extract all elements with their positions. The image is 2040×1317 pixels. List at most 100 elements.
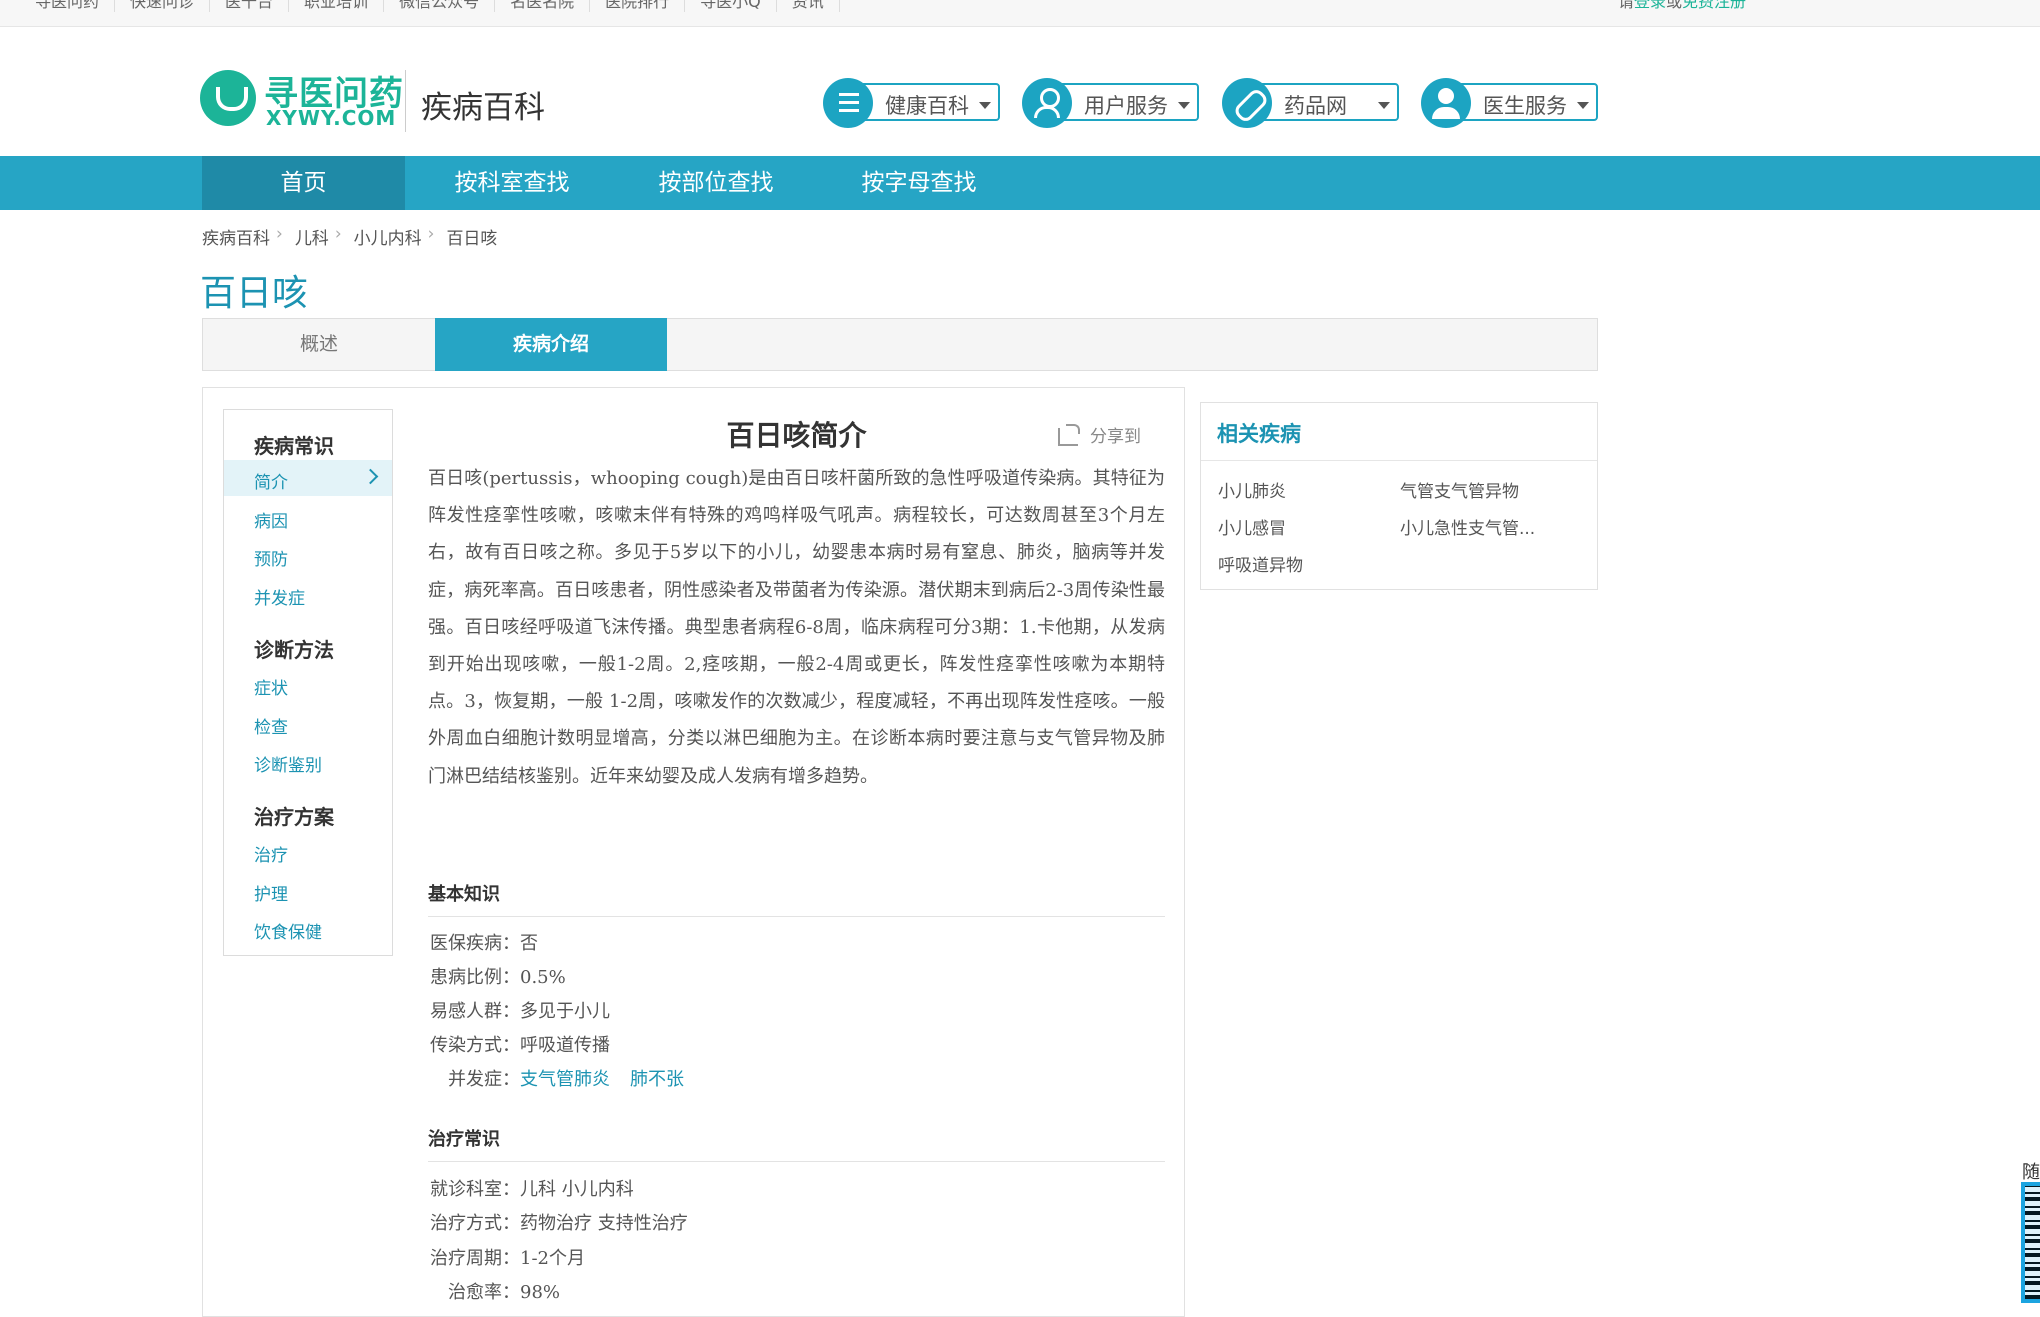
kv-value: 否	[520, 933, 538, 954]
main-nav: 首页 按科室查找 按部位查找 按字母查找	[0, 156, 2040, 210]
kv-transmission: 传染方式：呼吸道传播	[430, 1031, 610, 1057]
logo-text-en: XYWY.COM	[266, 106, 397, 130]
nav-by-body-part[interactable]: 按部位查找	[633, 156, 799, 210]
sidebar-item-selected-bg	[224, 460, 392, 496]
related-item-acute-bronchitis[interactable]: 小儿急性支气管...	[1400, 514, 1535, 539]
sidebar-item-differential[interactable]: 诊断鉴别	[254, 751, 322, 776]
kv-key: 患病比例：	[430, 967, 520, 988]
top-link-training[interactable]: 职业培训	[289, 0, 385, 12]
list-icon	[823, 78, 873, 128]
related-item-respiratory-foreign-body[interactable]: 呼吸道异物	[1218, 551, 1303, 576]
related-diseases-box: 相关疾病 小儿肺炎 气管支气管异物 小儿感冒 小儿急性支气管... 呼吸道异物	[1200, 402, 1598, 590]
share-label: 分享到	[1090, 427, 1141, 447]
logo-heart-icon	[200, 70, 256, 126]
top-link-news[interactable]: 资讯	[777, 0, 840, 12]
kv-key: 易感人群：	[430, 1001, 520, 1022]
breadcrumb-wiki[interactable]: 疾病百科	[202, 224, 270, 249]
site-logo[interactable]: 寻医问药 XYWY.COM	[200, 70, 403, 130]
page-title: 百日咳	[200, 273, 309, 314]
tab-bar: 概述 疾病介绍	[202, 318, 1598, 371]
login-prefix: 请	[1618, 0, 1635, 11]
nav-by-letter[interactable]: 按字母查找	[836, 156, 1002, 210]
sidebar-item-prevention[interactable]: 预防	[254, 545, 288, 570]
complication-link-atelectasis[interactable]: 肺不张	[630, 1069, 684, 1090]
qr-pattern	[2025, 1186, 2040, 1299]
tab-overview[interactable]: 概述	[203, 318, 436, 371]
related-item-airway-foreign-body[interactable]: 气管支气管异物	[1400, 477, 1519, 502]
top-link-quick-consult[interactable]: 快速问诊	[115, 0, 211, 12]
breadcrumb-pediatric-internal[interactable]: 小儿内科	[354, 224, 422, 249]
drug-site-dropdown[interactable]: 药品网	[1222, 78, 1399, 128]
breadcrumb: 疾病百科 › 儿科 › 小儿内科 › 百日咳	[202, 224, 497, 249]
breadcrumb-pediatrics[interactable]: 儿科	[295, 224, 329, 249]
kv-value: 0.5%	[520, 967, 566, 988]
user-service-dropdown[interactable]: 用户服务	[1022, 78, 1199, 128]
qr-code-icon[interactable]	[2021, 1182, 2040, 1303]
complication-link-bronchopneumonia[interactable]: 支气管肺炎	[520, 1069, 610, 1090]
sidebar-item-intro[interactable]: 简介	[254, 468, 288, 493]
sidebar-group-treatment: 治疗方案	[254, 805, 334, 829]
caret-down-icon	[1577, 102, 1589, 109]
pill-icon	[1222, 78, 1272, 128]
top-links: 寻医问药 快速问诊 医千台 职业培训 微信公众号 名医名院 医院排行 寻医小Q …	[20, 0, 840, 12]
kv-value: 多见于小儿	[520, 1001, 610, 1022]
doctor-service-label: 医生服务	[1483, 94, 1567, 118]
section-sidebar: 疾病常识 简介 病因 预防 并发症 诊断方法 症状 检查 诊断鉴别 治疗方案 治…	[223, 409, 393, 956]
nav-home[interactable]: 首页	[202, 156, 405, 210]
sidebar-item-treatment[interactable]: 治疗	[254, 841, 288, 866]
kv-key: 治愈率：	[448, 1282, 520, 1303]
related-item-pediatric-cold[interactable]: 小儿感冒	[1218, 514, 1286, 539]
sidebar-group-diagnosis: 诊断方法	[254, 638, 334, 662]
sidebar-item-diet[interactable]: 饮食保健	[254, 918, 322, 943]
kv-value: 98%	[520, 1282, 561, 1303]
top-link-wechat[interactable]: 微信公众号	[384, 0, 496, 12]
caret-down-icon	[979, 102, 991, 109]
doctor-icon	[1421, 78, 1471, 128]
sidebar-item-nursing[interactable]: 护理	[254, 880, 288, 905]
breadcrumb-separator-icon: ›	[276, 224, 283, 244]
kv-key: 医保疾病：	[430, 933, 520, 954]
site-header: 寻医问药 XYWY.COM 疾病百科 健康百科 用户服务 药品网 医生服务	[0, 26, 2040, 156]
related-diseases-title: 相关疾病	[1217, 422, 1301, 446]
treatment-knowledge-heading: 治疗常识	[428, 1125, 1165, 1162]
basic-knowledge-heading: 基本知识	[428, 880, 1165, 917]
kv-complications: 并发症：支气管肺炎 肺不张	[448, 1065, 684, 1091]
register-link[interactable]: 免费注册	[1682, 0, 1746, 11]
doctor-service-dropdown[interactable]: 医生服务	[1421, 78, 1598, 128]
top-link-hospital-rank[interactable]: 医院排行	[590, 0, 686, 12]
top-link-xiaoq[interactable]: 寻医小Q	[685, 0, 777, 12]
top-link-yiqiantai[interactable]: 医千台	[210, 0, 290, 12]
related-item-pediatric-pneumonia[interactable]: 小儿肺炎	[1218, 477, 1286, 502]
health-wiki-dropdown[interactable]: 健康百科	[823, 78, 1000, 128]
kv-key: 治疗周期：	[430, 1248, 520, 1269]
nav-by-department[interactable]: 按科室查找	[429, 156, 595, 210]
chevron-right-icon	[362, 468, 379, 485]
kv-treatment-period: 治疗周期：1-2个月	[430, 1244, 585, 1270]
floating-label: 随	[2022, 1162, 2040, 1183]
sidebar-item-symptoms[interactable]: 症状	[254, 674, 288, 699]
kv-cure-rate: 治愈率：98%	[448, 1278, 560, 1304]
sidebar-item-examination[interactable]: 检查	[254, 713, 288, 738]
share-button[interactable]: 分享到	[1058, 422, 1141, 447]
tab-disease-intro[interactable]: 疾病介绍	[435, 318, 667, 371]
login-link[interactable]: 登录	[1634, 0, 1666, 11]
sidebar-item-complications[interactable]: 并发症	[254, 584, 305, 609]
login-prompt: 请登录或免费注册	[1618, 0, 1746, 12]
kv-insurance: 医保疾病：否	[430, 929, 538, 955]
kv-department: 就诊科室：儿科 小儿内科	[430, 1175, 634, 1201]
top-links-bar: 寻医问药 快速问诊 医千台 职业培训 微信公众号 名医名院 医院排行 寻医小Q …	[0, 0, 2040, 27]
breadcrumb-separator-icon: ›	[427, 224, 435, 244]
caret-down-icon	[1378, 102, 1390, 109]
kv-treatment-method: 治疗方式：药物治疗 支持性治疗	[430, 1209, 688, 1235]
sidebar-item-cause[interactable]: 病因	[254, 507, 288, 532]
kv-value: 呼吸道传播	[520, 1035, 610, 1056]
user-service-label: 用户服务	[1084, 94, 1168, 118]
top-link-xywy[interactable]: 寻医问药	[20, 0, 116, 12]
kv-key: 并发症：	[448, 1069, 520, 1090]
user-icon	[1022, 78, 1072, 128]
article-title: 百日咳简介	[726, 419, 867, 452]
logo-divider	[405, 70, 406, 132]
kv-key: 就诊科室：	[430, 1179, 520, 1200]
top-link-famous-doctors[interactable]: 名医名院	[495, 0, 591, 12]
kv-key: 治疗方式：	[430, 1213, 520, 1234]
